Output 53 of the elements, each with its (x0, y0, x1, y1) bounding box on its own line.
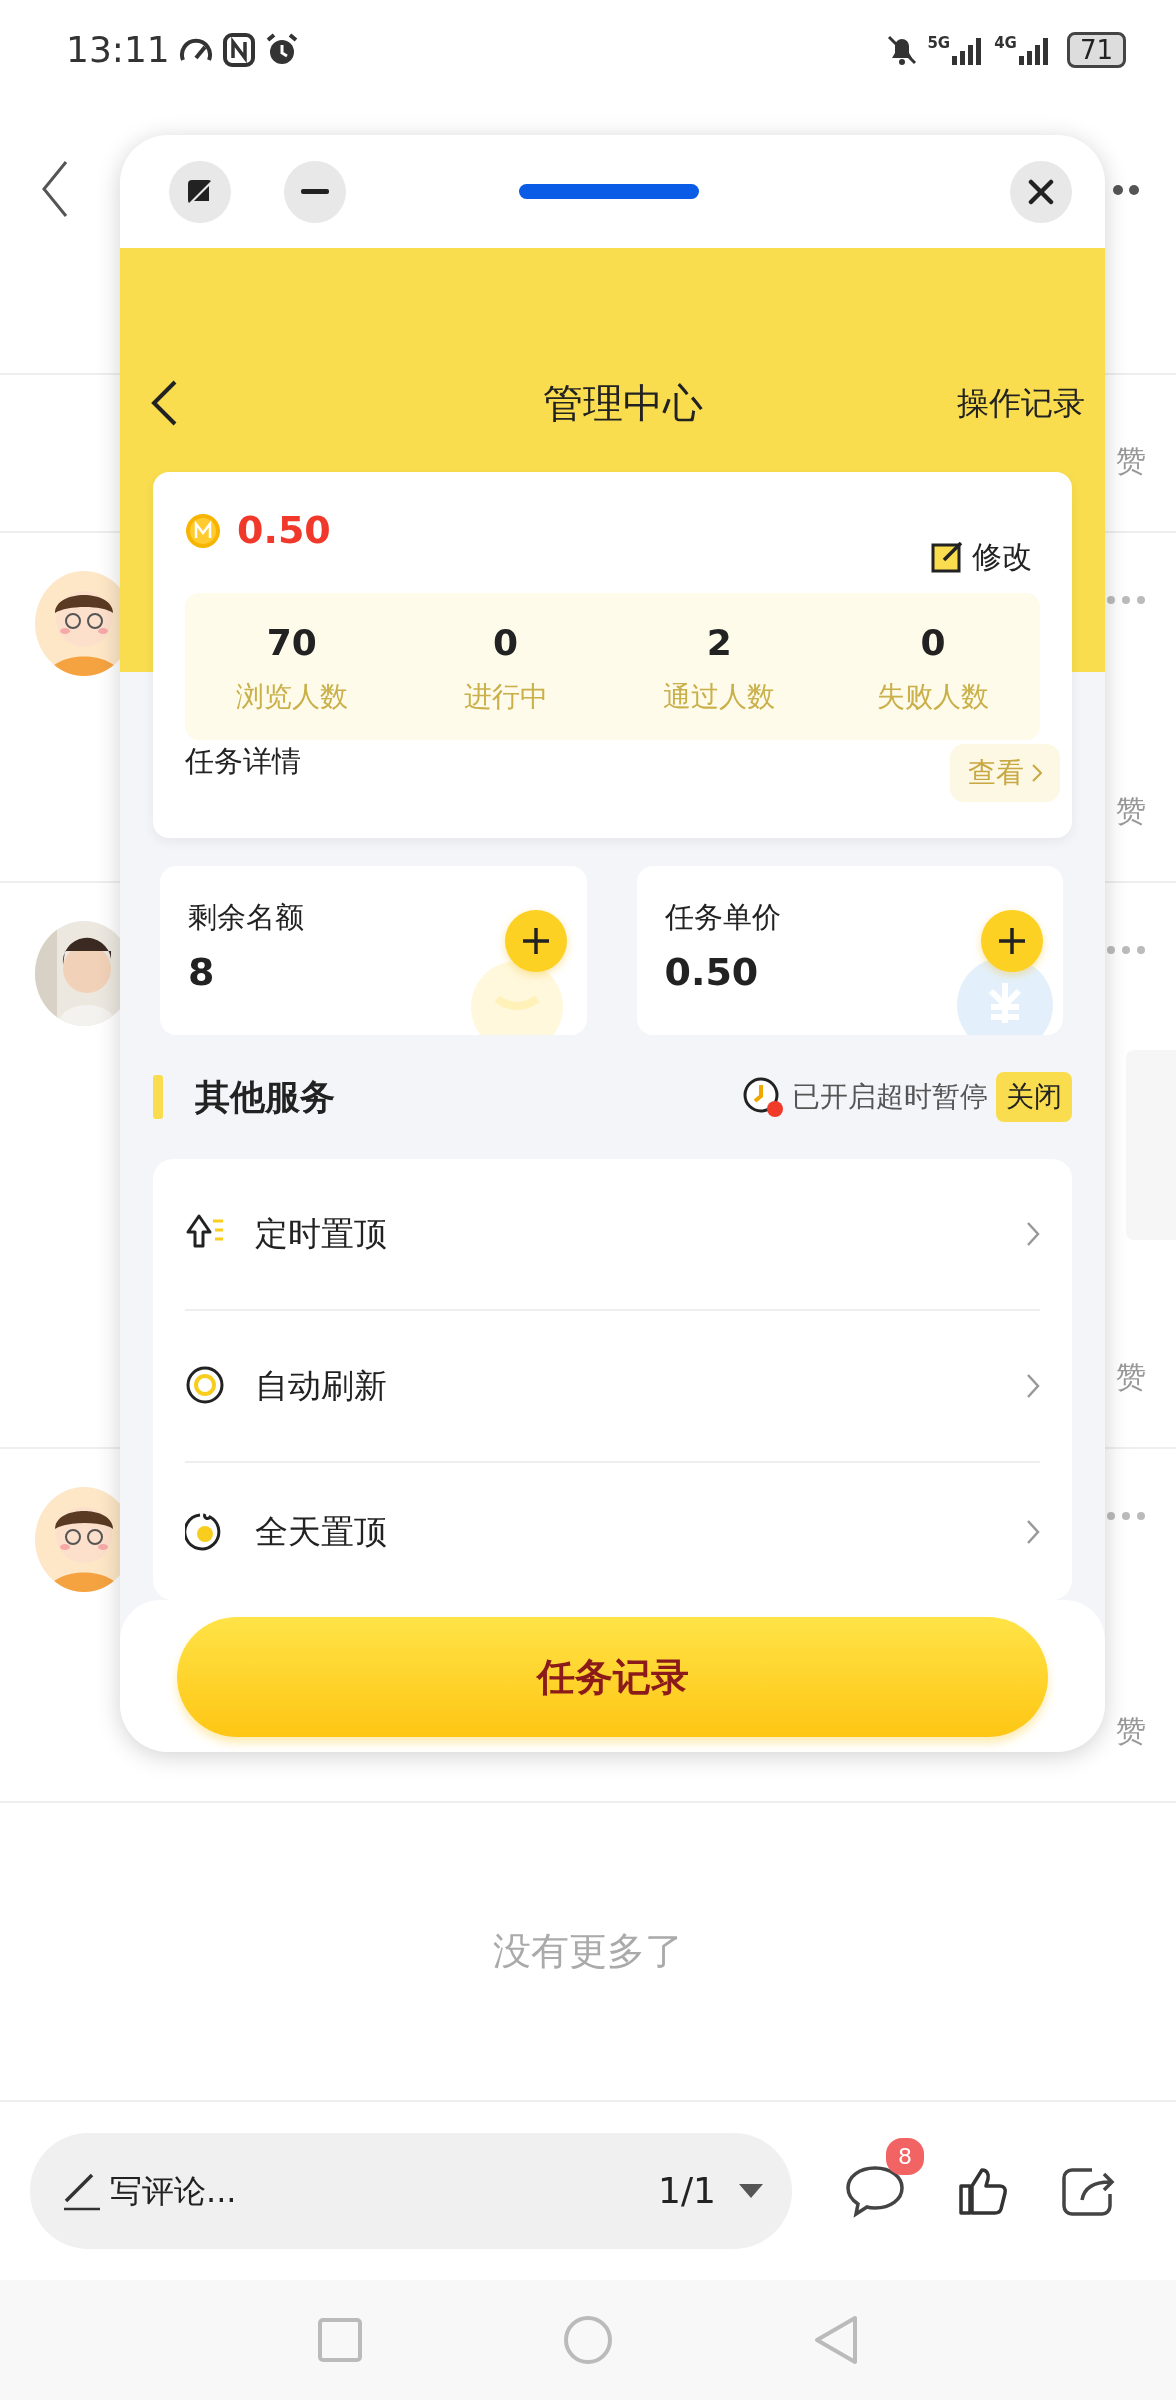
comment-icon[interactable] (844, 2164, 906, 2218)
close-timeout-button[interactable]: 关闭 (996, 1072, 1072, 1122)
battery-indicator: 71 (1066, 32, 1126, 68)
tile-label: 任务单价 (664, 899, 781, 936)
plus-icon (520, 926, 551, 956)
stat-value: 2 (706, 620, 732, 665)
clock-icon (742, 1076, 784, 1118)
chevron-icon (1026, 1373, 1040, 1399)
chevron-icon (1026, 1518, 1040, 1545)
network-label: 4G (994, 36, 1017, 51)
stat-label: 通过人数 (663, 678, 776, 715)
plus-icon (997, 926, 1027, 956)
tile-value: 8 (188, 948, 216, 996)
close-icon (1028, 178, 1054, 205)
more-icon[interactable] (1112, 184, 1140, 196)
end-of-list-text: 没有更多了 (493, 1928, 683, 1975)
task-records-button[interactable]: 任务记录 (177, 1617, 1048, 1737)
stat-label: 进行中 (463, 678, 548, 715)
stat-value: 70 (266, 620, 317, 665)
stat-value: 0 (493, 620, 519, 665)
network-label: 5G (927, 36, 951, 51)
service-item[interactable]: 自动刷新 (185, 1311, 1040, 1463)
service-item[interactable]: 定时置顶 (185, 1159, 1040, 1311)
page-title: 管理中心 (542, 379, 703, 428)
page-indicator: 1/1 (658, 2169, 716, 2213)
comment-input-field[interactable]: 写评论... 1/1 (30, 2133, 792, 2249)
edit-button[interactable]: 修改 (930, 534, 1032, 579)
nfc-icon (221, 32, 256, 68)
tile-value: 0.50 (664, 948, 760, 996)
edit-icon (930, 539, 964, 574)
caret-icon[interactable] (738, 2183, 764, 2199)
clock-time: 13:11 (66, 28, 170, 72)
stat-label: 失败人数 (877, 678, 990, 715)
pencil-icon (62, 2171, 102, 2211)
thumbs-up-icon[interactable] (958, 2166, 1008, 2216)
add-button[interactable] (504, 910, 567, 972)
count-badge: 8 (886, 2138, 924, 2175)
tile-label: 剩余名额 (188, 899, 304, 936)
chevron-icon (1026, 1221, 1040, 1247)
timeout-status-text: 已开启超时暂停 (792, 1079, 988, 1115)
minus-icon (301, 188, 329, 195)
chevron-icon (1032, 764, 1042, 782)
drag-handle[interactable] (519, 184, 699, 199)
stat-label: 浏览人数 (235, 678, 348, 715)
price-amount: 0.50 (237, 507, 331, 554)
section-marker (153, 1075, 163, 1119)
section-title: 其他服务 (195, 1075, 335, 1119)
stat-value: 0 (920, 620, 946, 665)
add-button[interactable] (981, 910, 1043, 972)
task-details-label: 任务详情 (185, 743, 301, 780)
service-item[interactable]: 全天置顶 (185, 1463, 1040, 1600)
operation-log-link[interactable]: 操作记录 (957, 379, 1085, 427)
coin-icon (185, 512, 221, 549)
